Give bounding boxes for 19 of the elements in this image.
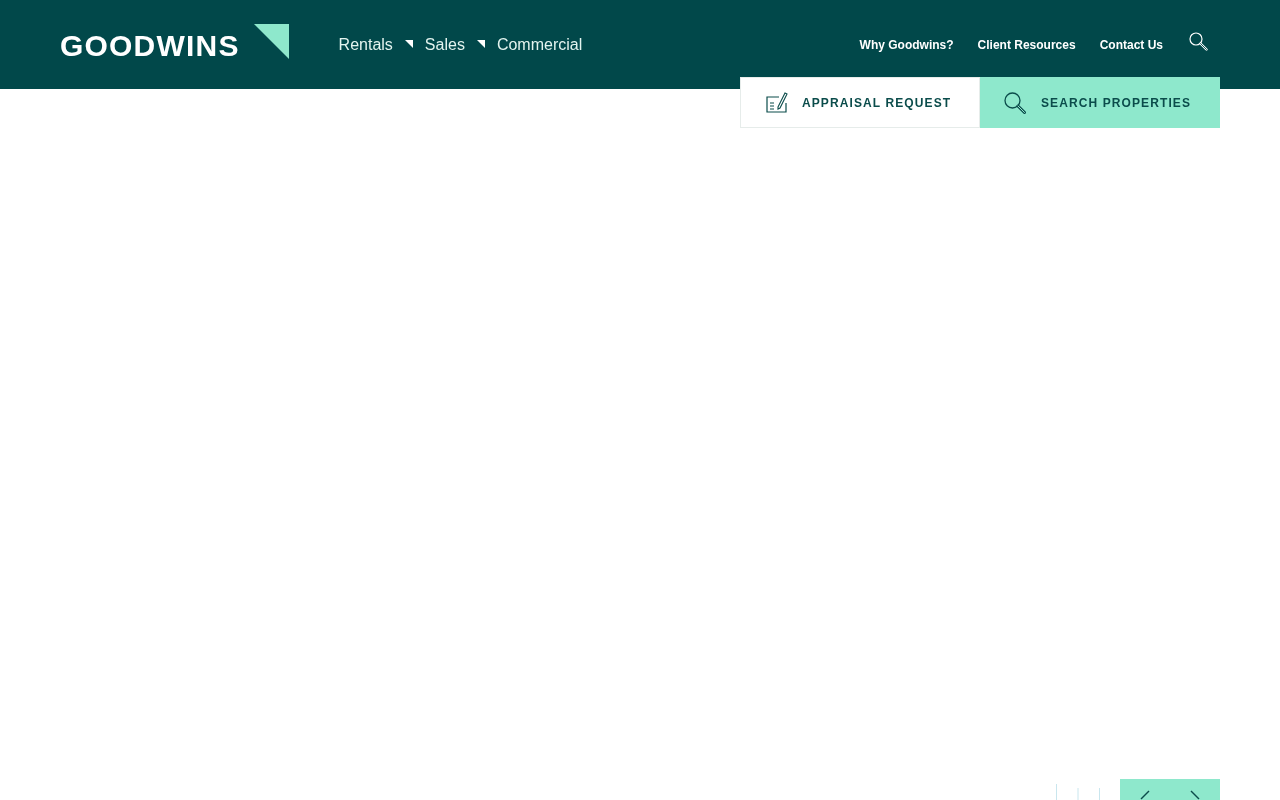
form-pen-icon	[766, 92, 788, 113]
search-icon	[1189, 32, 1208, 51]
nav-link[interactable]: Commercial	[496, 36, 583, 53]
triangle-separator-icon	[404, 39, 413, 48]
quick-action-button[interactable]: SEARCH PROPERTIES	[980, 77, 1220, 128]
triangle-separator-icon	[476, 39, 485, 48]
nav-link[interactable]: Rentals	[338, 36, 393, 53]
triangle-logo-icon	[253, 23, 289, 59]
search-icon	[1004, 91, 1026, 114]
search-button[interactable]	[1189, 32, 1208, 51]
logo-link[interactable]: GOODWINS	[60, 30, 240, 61]
quick-action-button[interactable]: APPRAISAL REQUEST	[740, 77, 980, 128]
nav-link[interactable]: Sales	[424, 36, 465, 53]
nav-link[interactable]: Client Resources	[977, 38, 1076, 51]
nav-link[interactable]: Why Goodwins?	[859, 38, 954, 51]
slide-ticks-icon	[1056, 784, 1100, 800]
chevron-right-icon	[1190, 790, 1200, 800]
chevron-left-icon	[1140, 790, 1150, 800]
nav-link[interactable]: Contact Us	[1099, 38, 1163, 51]
